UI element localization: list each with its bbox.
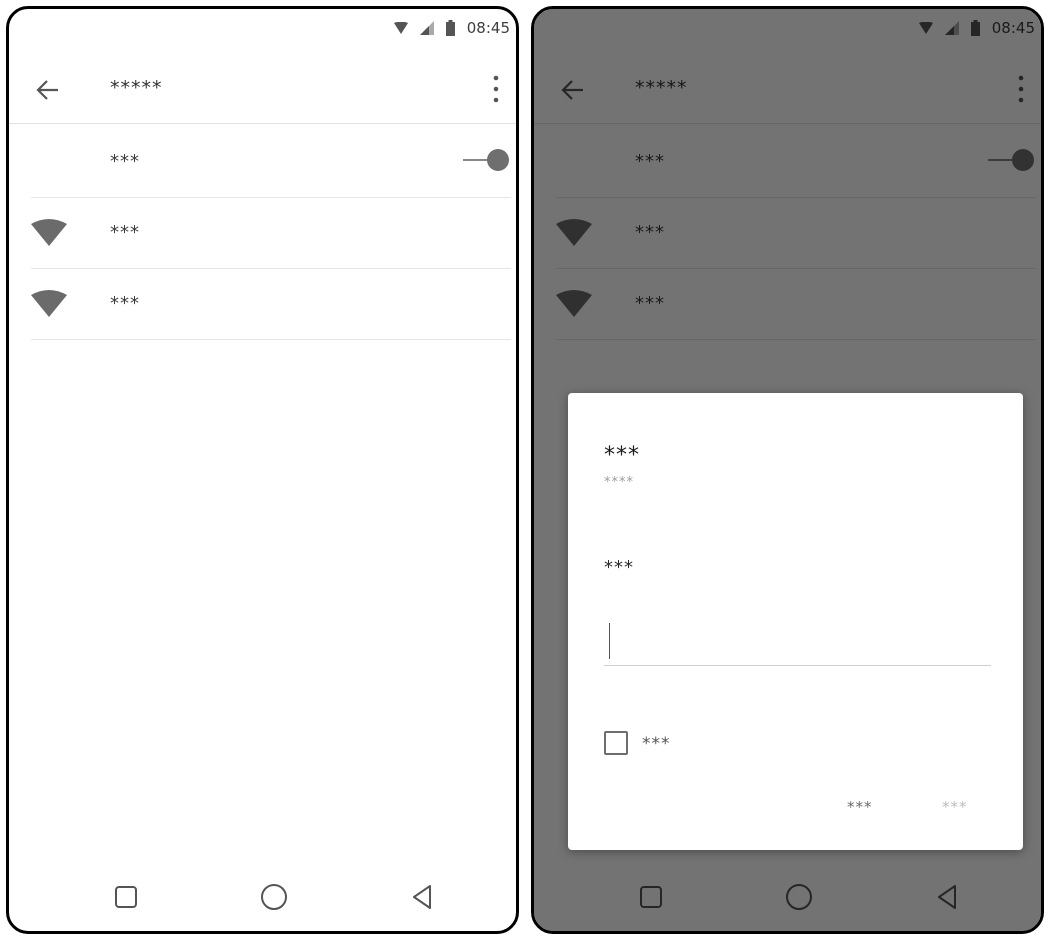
status-time: 08:45 bbox=[466, 19, 510, 37]
dialog-field-label: *** bbox=[604, 557, 634, 578]
back-triangle-icon[interactable] bbox=[402, 877, 442, 917]
dialog-subtitle: **** bbox=[604, 475, 634, 490]
list-item-network[interactable]: *** bbox=[31, 269, 511, 340]
cancel-button[interactable]: *** bbox=[847, 798, 873, 816]
list-item-network[interactable]: *** bbox=[31, 198, 511, 269]
recents-square-icon[interactable] bbox=[106, 877, 146, 917]
battery-icon bbox=[445, 20, 455, 36]
dialog-title: *** bbox=[604, 443, 640, 468]
toggle-switch[interactable] bbox=[463, 147, 511, 173]
wifi-signal-icon bbox=[393, 22, 408, 34]
back-arrow-icon[interactable] bbox=[31, 73, 65, 107]
network-label: *** bbox=[110, 293, 140, 314]
ok-button[interactable]: *** bbox=[942, 798, 968, 816]
phone-screen-settings: 08:45 ***** *** *** *** bbox=[6, 6, 519, 934]
more-vert-icon[interactable] bbox=[486, 69, 506, 109]
home-circle-icon[interactable] bbox=[254, 877, 294, 917]
page-title: ***** bbox=[110, 77, 163, 99]
input-dialog: *** **** *** *** *** *** bbox=[568, 393, 1023, 850]
dialog-checkbox[interactable] bbox=[604, 731, 628, 755]
wifi-icon bbox=[31, 290, 67, 317]
app-bar: ***** bbox=[9, 53, 516, 124]
dialog-checkbox-label: *** bbox=[642, 734, 671, 754]
network-label: *** bbox=[110, 222, 140, 243]
toggle-row-label: *** bbox=[110, 151, 140, 172]
status-bar: 08:45 bbox=[9, 9, 516, 49]
navigation-bar bbox=[9, 871, 516, 931]
text-cursor bbox=[609, 623, 610, 659]
cell-signal-icon bbox=[419, 21, 434, 35]
dialog-text-input[interactable] bbox=[604, 617, 991, 666]
wifi-icon bbox=[31, 219, 67, 246]
phone-screen-dialog: 08:45 ***** *** *** *** bbox=[531, 6, 1044, 934]
toggle-row[interactable]: *** bbox=[31, 127, 511, 198]
